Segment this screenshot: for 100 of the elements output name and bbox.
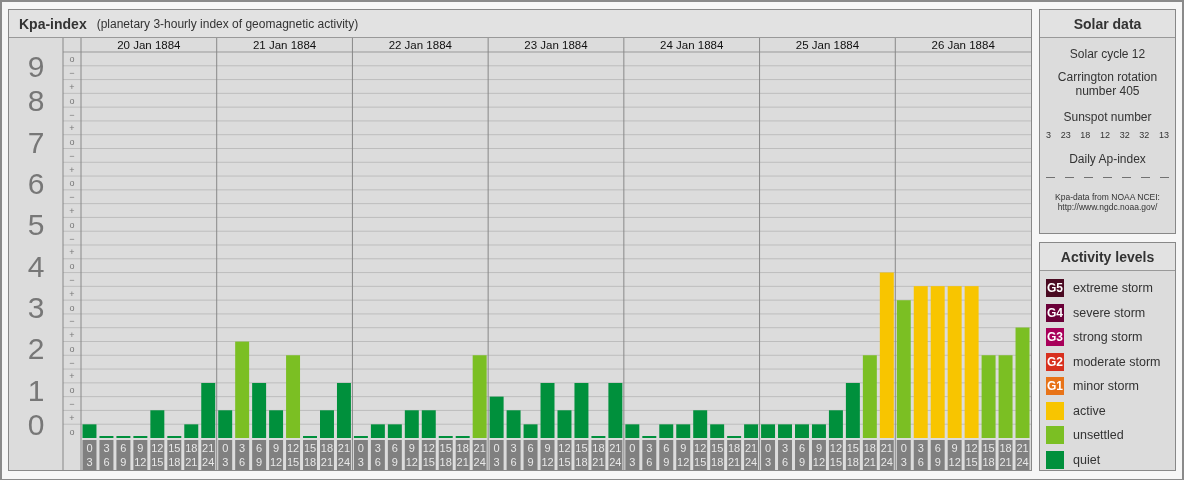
bar: [557, 410, 572, 438]
hour-label: 12 15: [421, 440, 436, 470]
ap-value: —: [1084, 172, 1093, 182]
sunspot-value: 12: [1099, 130, 1110, 140]
ap-value: —: [1122, 172, 1131, 182]
level-swatch: G4: [1046, 303, 1064, 322]
hour-label: 0 3: [761, 440, 776, 470]
panel-title: Kpa-index: [19, 15, 87, 32]
hour-label: 6 9: [930, 440, 945, 470]
minor-tick-label: o: [69, 261, 75, 272]
hour-label: 21 24: [201, 440, 216, 470]
ap-index-heading: Daily Ap-index: [1068, 152, 1147, 166]
x-tick-label: 0 3: [86, 442, 93, 468]
bar: [845, 383, 860, 438]
minor-tick-label: +: [69, 330, 75, 341]
minor-tick-label: o: [69, 219, 75, 230]
x-tick-label: 0 3: [493, 442, 500, 468]
bar: [269, 410, 284, 438]
hour-label: 15 18: [303, 440, 317, 470]
hour-label: 6 9: [659, 440, 674, 470]
bar: [744, 424, 759, 438]
hour-label: 3 6: [370, 440, 385, 470]
hour-label: 9 12: [947, 440, 962, 470]
source-url: http://www.ngdc.noaa.gov/: [1057, 202, 1158, 212]
bar: [540, 383, 555, 438]
y-axis-label: 3: [27, 291, 45, 325]
x-tick-label: 3 6: [374, 442, 381, 468]
minor-tick-label: −: [69, 357, 75, 368]
hour-label: 21 24: [879, 440, 894, 470]
x-tick-label: 6 9: [663, 442, 670, 468]
hour-label: 15 18: [438, 440, 453, 470]
hour-label: 12 15: [286, 440, 301, 470]
date-label: 22 Jan 1884: [388, 39, 452, 51]
source-note: Kpa-data from NOAA NCEI:: [1055, 192, 1160, 202]
hour-label: 0 3: [353, 440, 368, 470]
hour-label: 12 15: [828, 440, 843, 470]
bar: [370, 424, 385, 438]
y-axis-label: 5: [27, 208, 45, 242]
bar: [336, 383, 351, 438]
hour-label: 12 15: [150, 440, 165, 470]
hour-label: 21 24: [336, 440, 351, 470]
panel-title: Solar data: [1040, 10, 1175, 38]
panel-title: Activity levels: [1040, 243, 1175, 271]
hour-label: 12 15: [693, 440, 708, 470]
bar: [201, 383, 216, 438]
hour-label: 18 21: [862, 440, 877, 470]
bar: [625, 424, 640, 438]
x-tick-label: 3 6: [103, 442, 110, 468]
minor-tick-label: o: [69, 178, 75, 189]
hour-label: 9 12: [676, 440, 691, 470]
hour-label: 15 18: [981, 440, 996, 470]
panel-subtitle: (planetary 3-hourly index of geomagnetic activity): [96, 16, 359, 31]
x-tick-label: 3 6: [510, 442, 517, 468]
ap-value: —: [1160, 172, 1169, 182]
ap-value: —: [1141, 172, 1150, 182]
minor-tick-label: +: [69, 206, 75, 217]
bar: [761, 424, 776, 438]
level-swatch: G3: [1046, 328, 1064, 346]
hour-label: 3 6: [642, 440, 657, 470]
hour-label: 18 21: [998, 440, 1013, 470]
x-tick-label: 3 6: [646, 442, 653, 468]
hour-label: 9 12: [404, 440, 419, 470]
bar: [574, 383, 589, 438]
x-tick-label: 6 9: [256, 442, 263, 468]
minor-tick-label: −: [69, 150, 75, 161]
x-tick-label: 6 9: [120, 442, 127, 468]
y-axis-label: 9: [27, 49, 45, 83]
y-axis-label: 7: [27, 125, 45, 159]
solar-cycle: Solar cycle 12: [1068, 47, 1147, 61]
hour-label: 6 9: [387, 440, 402, 470]
date-label: 26 Jan 1884: [931, 39, 995, 51]
hour-label: 21 24: [472, 440, 487, 470]
hour-label: 18 21: [455, 440, 470, 470]
minor-tick-label: o: [69, 137, 75, 148]
x-tick-label: 3 6: [239, 442, 246, 468]
hour-label: 3 6: [506, 440, 521, 470]
minor-tick-label: −: [69, 68, 75, 79]
bar: [523, 424, 538, 438]
bar: [489, 396, 504, 438]
level-label: quiet: [1073, 452, 1101, 467]
minor-tick-label: o: [69, 95, 75, 106]
minor-tick-label: +: [69, 412, 75, 423]
minor-tick-label: −: [69, 233, 75, 244]
bar: [387, 424, 402, 438]
carrington-rotation: Carrington rotation number 405: [1056, 70, 1159, 98]
x-tick-label: 6 9: [527, 442, 534, 468]
hour-label: 15 18: [167, 440, 182, 470]
x-tick-label: 6 9: [391, 442, 398, 468]
level-label: extreme storm: [1073, 281, 1153, 295]
sunspot-value: 3: [1046, 130, 1051, 140]
bar: [150, 410, 165, 438]
hour-label: 0 3: [489, 440, 504, 470]
hour-label: 9 12: [269, 440, 284, 470]
hour-label: 3 6: [778, 440, 792, 470]
hour-label: 21 24: [744, 440, 759, 470]
y-axis-label: 4: [27, 249, 45, 283]
x-tick-label: 0 3: [629, 442, 636, 468]
bar: [82, 424, 97, 438]
hour-label: 9 12: [133, 440, 148, 470]
hour-label: 18 21: [727, 440, 742, 470]
